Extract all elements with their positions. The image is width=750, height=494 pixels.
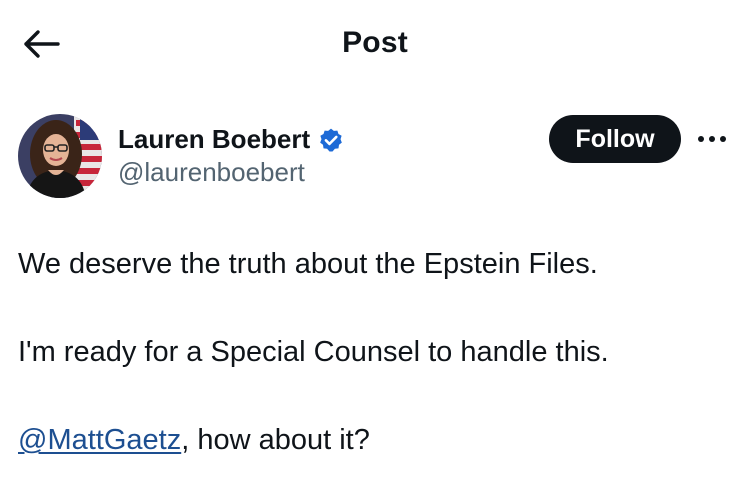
post-text-line-3-rest: , how about it? bbox=[181, 424, 370, 456]
avatar[interactable] bbox=[18, 114, 102, 198]
author-handle[interactable]: @laurenboebert bbox=[118, 157, 305, 188]
post-text-line-2: I'm ready for a Special Counsel to handl… bbox=[18, 336, 609, 368]
post-text-line-3: @MattGaetz, how about it? bbox=[18, 422, 730, 458]
follow-button[interactable]: Follow bbox=[549, 115, 681, 163]
profile-photo-icon bbox=[18, 114, 102, 198]
author-display-name: Lauren Boebert bbox=[118, 124, 311, 154]
author-name-row[interactable]: Lauren Boebert bbox=[118, 124, 344, 155]
more-options-button[interactable] bbox=[694, 126, 730, 152]
top-bar: Post bbox=[0, 0, 750, 90]
page-title: Post bbox=[342, 26, 408, 59]
more-horizontal-icon bbox=[698, 136, 726, 142]
post-text-line-1: We deserve the truth about the Epstein F… bbox=[18, 248, 598, 280]
verified-badge-icon bbox=[320, 128, 342, 151]
mention-link[interactable]: @MattGaetz bbox=[18, 424, 181, 456]
post-author-header: Lauren Boebert @laurenboebert Follow bbox=[0, 110, 750, 200]
